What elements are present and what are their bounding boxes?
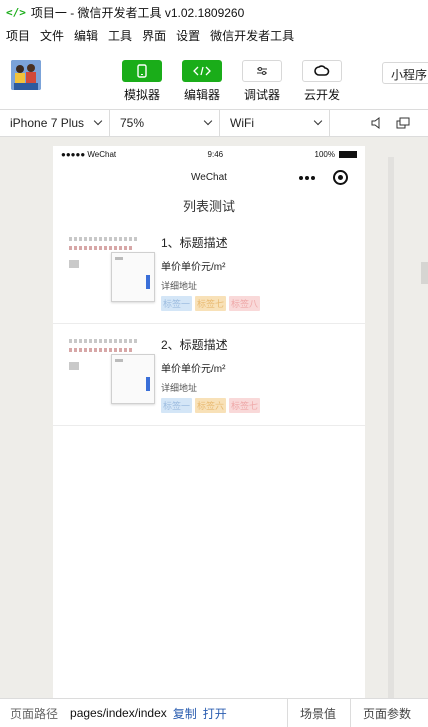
network-value: WiFi <box>230 116 254 130</box>
battery-icon <box>339 150 357 158</box>
debugger-label: 调试器 <box>243 88 280 102</box>
item-price: 单价单价元/m² <box>161 262 226 273</box>
phone-nav-bar: WeChat <box>53 162 365 194</box>
device-bar: iPhone 7 Plus 75% WiFi <box>0 110 428 137</box>
item-address: 详细地址 <box>161 383 198 393</box>
editor-tool[interactable]: 编辑器 <box>172 60 232 103</box>
item-thumbnail <box>67 234 157 304</box>
simulator-tool[interactable]: 模拟器 <box>112 60 172 103</box>
chevron-down-icon <box>313 116 323 126</box>
menu-devtools[interactable]: 微信开发者工具 <box>210 27 294 44</box>
menu-project[interactable]: 项目 <box>6 27 30 44</box>
copy-link[interactable]: 复制 <box>173 705 197 722</box>
zoom-select[interactable]: 75% <box>110 110 220 136</box>
window-title: 项目一 - 微信开发者工具 v1.02.1809260 <box>30 5 245 20</box>
page-path-value: pages/index/index <box>70 706 167 720</box>
menu-tools[interactable]: 工具 <box>108 27 132 44</box>
device-select[interactable]: iPhone 7 Plus <box>0 110 110 136</box>
device-value: iPhone 7 Plus <box>10 116 85 130</box>
phone-screen: ●●●●● WeChat 9:46 100% WeChat 列表测试 1、标题描… <box>53 146 365 698</box>
editor-label: 编辑器 <box>183 88 220 102</box>
avatar[interactable] <box>11 60 41 90</box>
item-tag: 标签七 <box>195 296 227 311</box>
devtools-logo-icon: </> <box>6 5 26 19</box>
menu-bar: 项目 文件 编辑 工具 界面 设置 微信开发者工具 <box>0 24 428 46</box>
bottom-bar: 页面路径 pages/index/index 复制 打开 场景值 页面参数 <box>0 698 428 727</box>
item-tag: 标签七 <box>229 398 261 413</box>
code-icon[interactable] <box>182 60 222 82</box>
menu-file[interactable]: 文件 <box>40 27 64 44</box>
open-link[interactable]: 打开 <box>203 705 227 722</box>
list-item[interactable]: 1、标题描述 单价单价元/m² 详细地址 标签一 标签七 标签八 <box>53 222 365 324</box>
volume-icon[interactable] <box>370 117 382 132</box>
mini-program-button[interactable]: 小程序 <box>382 62 428 84</box>
page-params-button[interactable]: 页面参数 <box>350 699 423 727</box>
page-title: 列表测试 <box>182 199 235 214</box>
item-address: 详细地址 <box>161 281 198 291</box>
menu-edit[interactable]: 编辑 <box>74 27 98 44</box>
menu-settings[interactable]: 设置 <box>176 27 200 44</box>
simulator-scrollbar[interactable] <box>388 157 394 698</box>
zoom-value: 75% <box>120 116 145 130</box>
menu-view[interactable]: 界面 <box>142 27 166 44</box>
list-item[interactable]: 2、标题描述 单价单价元/m² 详细地址 标签一 标签六 标签七 <box>53 324 365 426</box>
signal-text: ●●●●● WeChat <box>61 149 117 159</box>
scene-value-button[interactable]: 场景值 <box>287 699 348 727</box>
cloud-tool[interactable]: 云开发 <box>292 60 352 103</box>
battery-text: 100% <box>314 149 335 159</box>
page-path-label: 页面路径 <box>10 706 59 721</box>
simulator-label: 模拟器 <box>123 88 160 102</box>
more-icon[interactable] <box>299 176 315 180</box>
status-time: 9:46 <box>207 149 224 159</box>
nav-title: WeChat <box>191 172 227 183</box>
item-tag: 标签六 <box>195 398 227 413</box>
item-thumbnail <box>67 336 157 406</box>
title-bar: </> 项目一 - 微信开发者工具 v1.02.1809260 <box>0 0 428 24</box>
phone-status-bar: ●●●●● WeChat 9:46 100% <box>53 146 365 162</box>
item-tag: 标签一 <box>161 296 193 311</box>
panel-edge-scrollbar[interactable] <box>421 262 428 284</box>
item-price: 单价单价元/m² <box>161 364 226 375</box>
item-tag: 标签八 <box>229 296 261 311</box>
network-select[interactable]: WiFi <box>220 110 330 136</box>
item-title: 2、标题描述 <box>161 338 228 352</box>
chevron-down-icon <box>93 116 103 126</box>
chevron-down-icon <box>203 116 213 126</box>
item-title: 1、标题描述 <box>161 236 228 250</box>
close-capsule-icon[interactable] <box>333 170 348 185</box>
debugger-tool[interactable]: 调试器 <box>232 60 292 103</box>
phone-icon[interactable] <box>122 60 162 82</box>
item-tag: 标签一 <box>161 398 193 413</box>
toolbar: 模拟器 编辑器 调试器 云开发 小程序 <box>0 46 428 110</box>
detach-window-icon[interactable] <box>396 117 410 132</box>
cloud-label: 云开发 <box>303 88 340 102</box>
simulator-area: ●●●●● WeChat 9:46 100% WeChat 列表测试 1、标题描… <box>0 137 428 698</box>
debug-icon[interactable] <box>242 60 282 82</box>
cloud-icon[interactable] <box>302 60 342 82</box>
